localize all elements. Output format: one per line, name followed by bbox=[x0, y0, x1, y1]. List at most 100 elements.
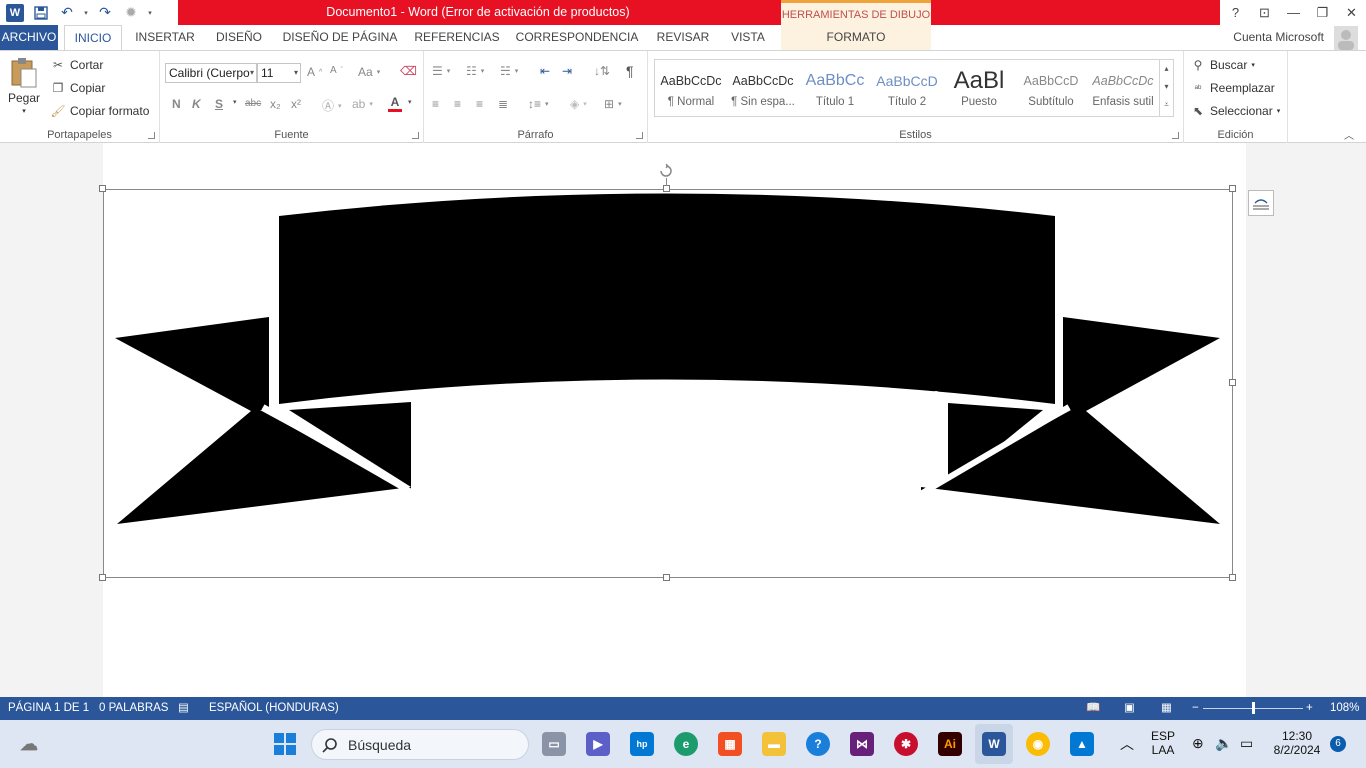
zoom-level[interactable]: 108% bbox=[1330, 697, 1359, 720]
visual-studio-icon[interactable]: ⋈ bbox=[850, 732, 874, 756]
line-spacing-icon[interactable]: ↕≡ ▾ bbox=[528, 97, 549, 111]
volume-icon[interactable]: 🔈 bbox=[1215, 735, 1232, 752]
paragraph-launcher-icon[interactable] bbox=[636, 132, 643, 139]
network-icon[interactable]: ⊕ bbox=[1192, 735, 1204, 752]
underline-dropdown-icon[interactable]: ▾ bbox=[233, 98, 237, 106]
show-marks-icon[interactable]: ¶ bbox=[626, 63, 634, 79]
clipboard-launcher-icon[interactable] bbox=[148, 132, 155, 139]
font-size-combo[interactable]: 11 ▾ bbox=[257, 63, 301, 83]
style-heading-2[interactable]: AaBbCcD Título 2 bbox=[873, 62, 941, 114]
text-effects-icon[interactable]: Ⓐ ▾ bbox=[322, 97, 342, 114]
word-app-icon[interactable]: W bbox=[4, 2, 26, 24]
increase-indent-icon[interactable]: ⇥ bbox=[562, 64, 572, 78]
font-color-icon[interactable]: A bbox=[388, 95, 402, 112]
grow-font-button[interactable]: A ^ bbox=[307, 65, 322, 79]
tab-diseno[interactable]: DISEÑO bbox=[210, 25, 268, 50]
redo-icon[interactable]: ↷ bbox=[94, 2, 116, 24]
avatar[interactable] bbox=[1334, 26, 1358, 50]
tab-inicio[interactable]: INICIO bbox=[64, 25, 122, 50]
zoom-out-icon[interactable]: − bbox=[1192, 697, 1199, 720]
paste-button[interactable]: Pegar ▾ bbox=[8, 57, 40, 115]
meet-icon[interactable]: ▶ bbox=[586, 732, 610, 756]
word-count[interactable]: 0 PALABRAS bbox=[99, 697, 168, 720]
account-name[interactable]: Cuenta Microsoft bbox=[1233, 25, 1324, 50]
store-icon[interactable]: ▦ bbox=[718, 732, 742, 756]
strikethrough-button[interactable]: abc bbox=[245, 98, 261, 109]
print-layout-icon[interactable]: ▣ bbox=[1124, 697, 1135, 720]
superscript-button[interactable]: x² bbox=[291, 97, 301, 111]
zoom-in-icon[interactable]: + bbox=[1306, 697, 1313, 720]
styles-launcher-icon[interactable] bbox=[1172, 132, 1179, 139]
customize-qat-icon[interactable]: ▾ bbox=[146, 2, 154, 24]
undo-dropdown-icon[interactable]: ▾ bbox=[82, 2, 90, 24]
tab-correspondencia[interactable]: CORRESPONDENCIA bbox=[514, 25, 640, 50]
styles-up-icon[interactable]: ▴ bbox=[1160, 60, 1173, 78]
subscript-button[interactable]: x₂ bbox=[270, 97, 281, 111]
undo-icon[interactable]: ↶ bbox=[56, 2, 78, 24]
tray-overflow-icon[interactable]: ︿ bbox=[1120, 734, 1134, 754]
notification-badge[interactable]: 6 bbox=[1330, 736, 1346, 752]
underline-button[interactable]: S bbox=[215, 97, 223, 111]
chrome-icon[interactable]: ◉ bbox=[1026, 732, 1050, 756]
font-launcher-icon[interactable] bbox=[412, 132, 419, 139]
restore-button[interactable]: ❐ bbox=[1308, 0, 1337, 25]
tab-revisar[interactable]: REVISAR bbox=[652, 25, 714, 50]
battery-icon[interactable]: ▭ bbox=[1240, 735, 1253, 752]
start-button[interactable] bbox=[273, 732, 297, 756]
font-family-combo[interactable]: Calibri (Cuerpo ▾ bbox=[165, 63, 257, 83]
zoom-slider-thumb[interactable] bbox=[1252, 702, 1255, 714]
close-button[interactable]: ✕ bbox=[1337, 0, 1366, 25]
web-layout-icon[interactable]: ▦ bbox=[1161, 697, 1172, 720]
taskbar-search[interactable]: Búsqueda bbox=[311, 729, 529, 760]
style-no-spacing[interactable]: AaBbCcDc ¶ Sin espa... bbox=[729, 62, 797, 114]
proofing-icon[interactable]: ▤ bbox=[178, 697, 189, 720]
ribbon-banner-shape[interactable] bbox=[103, 189, 1233, 578]
myhp-icon[interactable]: hp bbox=[630, 732, 654, 756]
multilevel-list-icon[interactable]: ☵ ▾ bbox=[500, 64, 518, 78]
touch-mode-icon[interactable]: ✹ bbox=[120, 2, 142, 24]
ribbon-display-icon[interactable]: ⊡ bbox=[1250, 0, 1279, 25]
italic-button[interactable]: K bbox=[192, 97, 201, 111]
layout-options-icon[interactable] bbox=[1248, 190, 1274, 216]
find-button[interactable]: ⚲ Buscar ▾ bbox=[1190, 57, 1255, 73]
photos-icon[interactable]: ▲ bbox=[1070, 732, 1094, 756]
save-icon[interactable] bbox=[30, 2, 52, 24]
align-left-icon[interactable]: ≡ bbox=[432, 97, 439, 111]
decrease-indent-icon[interactable]: ⇤ bbox=[540, 64, 550, 78]
replace-button[interactable]: ᵃᵇ Reemplazar bbox=[1190, 80, 1275, 96]
clear-format-icon[interactable]: ⌫ bbox=[400, 64, 417, 78]
edge-icon[interactable]: e bbox=[674, 732, 698, 756]
align-center-icon[interactable]: ≡ bbox=[454, 97, 461, 111]
style-subtle-emphasis[interactable]: AaBbCcDc Énfasis sutil bbox=[1089, 62, 1157, 114]
clock[interactable]: 12:30 8/2/2024 bbox=[1270, 729, 1324, 757]
word-taskbar-icon[interactable]: W bbox=[982, 732, 1006, 756]
tab-referencias[interactable]: REFERENCIAS bbox=[412, 25, 502, 50]
font-color-dropdown-icon[interactable]: ▾ bbox=[408, 98, 412, 106]
select-button[interactable]: ⬉ Seleccionar ▾ bbox=[1190, 103, 1280, 119]
numbering-icon[interactable]: ☷ ▾ bbox=[466, 64, 484, 78]
borders-icon[interactable]: ⊞ ▾ bbox=[604, 97, 622, 111]
style-heading-1[interactable]: AaBbCc Título 1 bbox=[801, 62, 869, 114]
help-app-icon[interactable]: ? bbox=[806, 732, 830, 756]
styles-down-icon[interactable]: ▾ bbox=[1160, 78, 1173, 96]
style-title[interactable]: AaBl Puesto bbox=[945, 62, 1013, 114]
weather-icon[interactable]: ☁ bbox=[17, 732, 41, 756]
align-right-icon[interactable]: ≡ bbox=[476, 97, 483, 111]
tab-formato[interactable]: FORMATO bbox=[781, 25, 931, 50]
highlight-icon[interactable]: ab ▾ bbox=[352, 97, 373, 111]
red-app-icon[interactable]: ✱ bbox=[894, 732, 918, 756]
change-case-button[interactable]: Aa ▾ bbox=[358, 65, 380, 79]
format-painter-button[interactable]: 🖌 Copiar formato bbox=[50, 103, 149, 119]
tab-insertar[interactable]: INSERTAR bbox=[132, 25, 198, 50]
file-explorer-icon[interactable]: ▬ bbox=[762, 732, 786, 756]
bold-button[interactable]: N bbox=[172, 97, 181, 111]
tab-archivo[interactable]: ARCHIVO bbox=[0, 25, 58, 50]
cut-button[interactable]: ✂ Cortar bbox=[50, 57, 103, 73]
language-status[interactable]: ESPAÑOL (HONDURAS) bbox=[209, 697, 339, 720]
justify-icon[interactable]: ≣ bbox=[498, 97, 508, 111]
read-mode-icon[interactable]: 📖 bbox=[1086, 697, 1100, 720]
rotate-handle-icon[interactable] bbox=[658, 163, 674, 179]
illustrator-icon[interactable]: Ai bbox=[938, 732, 962, 756]
shrink-font-button[interactable]: Aˇ bbox=[330, 65, 343, 76]
tab-diseno-pagina[interactable]: DISEÑO DE PÁGINA bbox=[280, 25, 400, 50]
